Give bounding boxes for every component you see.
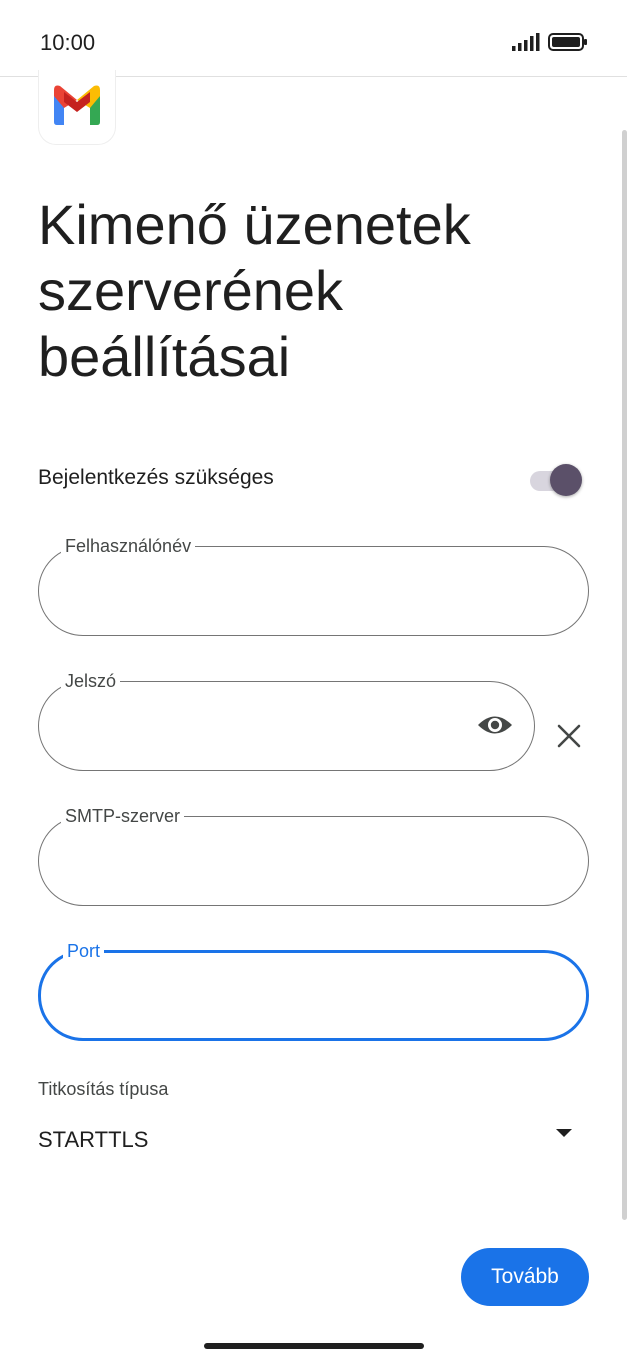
next-button[interactable]: Tovább	[461, 1248, 589, 1306]
smtp-server-field[interactable]: SMTP-szerver	[38, 806, 589, 906]
close-icon[interactable]	[555, 722, 583, 750]
scrollbar[interactable]	[622, 130, 627, 1220]
signal-icon	[512, 33, 540, 51]
home-indicator[interactable]	[204, 1343, 424, 1349]
switch-thumb	[550, 464, 582, 496]
encryption-type-label: Titkosítás típusa	[38, 1079, 169, 1099]
password-label: Jelszó	[65, 671, 117, 691]
page-title: Kimenő üzenetek szerverének beállításai	[38, 193, 471, 388]
battery-icon	[548, 33, 587, 51]
username-field[interactable]: Felhasználónév	[38, 536, 589, 636]
status-bar: 10:00	[0, 0, 627, 77]
status-time: 10:00	[40, 30, 96, 55]
port-label: Port	[67, 941, 101, 961]
smtp-server-label: SMTP-szerver	[65, 806, 181, 826]
login-required-switch[interactable]	[530, 464, 586, 498]
encryption-type-select[interactable]: STARTTLS	[38, 1127, 148, 1153]
gmail-logo-icon	[38, 70, 116, 145]
password-field[interactable]: Jelszó	[38, 671, 535, 771]
login-required-label: Bejelentkezés szükséges	[38, 466, 274, 489]
dropdown-arrow-icon[interactable]	[554, 1127, 574, 1139]
port-field[interactable]: Port	[38, 941, 589, 1041]
username-label: Felhasználónév	[65, 536, 192, 556]
eye-icon[interactable]	[476, 710, 514, 740]
